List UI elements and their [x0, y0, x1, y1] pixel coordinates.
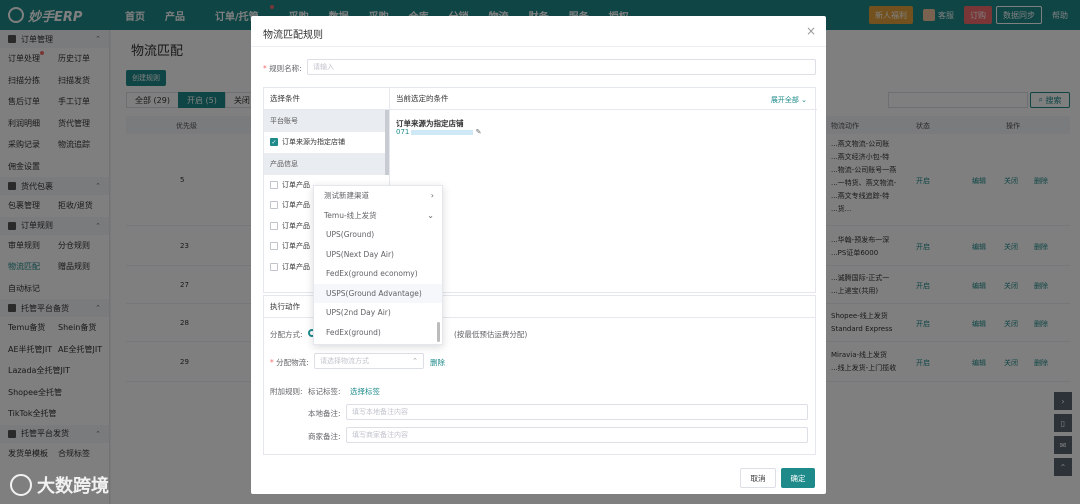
dropdown-option[interactable]: FedEx(ground) — [314, 323, 442, 343]
tag-label: 标记标签: — [308, 387, 341, 396]
cancel-button[interactable]: 取消 — [740, 468, 776, 488]
checkbox-checked-icon[interactable]: ✓ — [270, 138, 278, 147]
dropdown-option-hovered[interactable]: USPS(Ground Advantage) — [314, 283, 442, 303]
list-scrollbar[interactable] — [385, 110, 389, 175]
condition-value[interactable]: 071 ✎ — [396, 128, 481, 136]
expand-all-link[interactable]: 展开全部 ⌄ — [771, 95, 807, 105]
dropdown-option[interactable]: FedEx(ground economy) — [314, 264, 442, 284]
rule-name-label: * 规则名称: — [263, 64, 302, 73]
logistics-select[interactable]: 请选择物流方式 ⌃ — [314, 353, 424, 369]
group-platform-account: 平台账号 — [264, 110, 389, 132]
assign-label: 分配方式: — [270, 330, 303, 339]
chevron-right-icon: › — [430, 191, 434, 201]
confirm-button[interactable]: 确定 — [781, 468, 815, 488]
dropdown-option[interactable]: UPS(Next Day Air) — [314, 245, 442, 265]
watermark-logo-icon — [10, 474, 32, 496]
local-note-input[interactable]: 填写本地备注内容 — [346, 404, 808, 420]
condition-item-shop[interactable]: ✓ 订单来源为指定店铺 — [264, 132, 389, 153]
chevron-up-icon: ⌃ — [412, 357, 418, 365]
checkbox-icon[interactable] — [270, 262, 278, 271]
merchant-note-input[interactable]: 填写商家备注内容 — [346, 427, 808, 443]
dropdown-option[interactable]: UPS(2nd Day Air) — [314, 303, 442, 323]
merchant-note-label: 商家备注: — [308, 432, 341, 441]
dropdown-option[interactable]: Temu-线上发货 ⌄ — [314, 206, 442, 226]
checkbox-icon[interactable] — [270, 201, 278, 210]
checkbox-icon[interactable] — [270, 180, 278, 189]
divider — [251, 46, 826, 47]
assign-note: (按最低预估运费分配) — [454, 330, 528, 339]
dropdown-option[interactable]: 测试新建渠道 › — [314, 186, 442, 206]
select-condition-title: 选择条件 — [264, 88, 389, 110]
redacted-text — [411, 129, 474, 135]
current-condition-title: 当前选定的条件 — [390, 88, 817, 110]
current-conditions: 当前选定的条件 展开全部 ⌄ 订单来源为指定店铺 071 ✎ — [390, 88, 817, 294]
logistics-dropdown: 测试新建渠道 › Temu-线上发货 ⌄ UPS(Ground) UPS(Next … — [313, 185, 443, 345]
extra-rules-label: 附加规则: — [270, 387, 303, 396]
modal-title: 物流匹配规则 — [263, 30, 323, 41]
rule-name-input[interactable]: 请输入 — [307, 59, 816, 75]
logistics-label: * 分配物流: — [270, 358, 309, 367]
delete-link[interactable]: 删除 — [430, 357, 445, 368]
watermark: 大数跨境 — [10, 472, 109, 498]
select-tag-link[interactable]: 选择标签 — [350, 386, 380, 397]
edit-icon[interactable]: ✎ — [476, 128, 482, 136]
dropdown-scrollbar[interactable] — [437, 322, 440, 342]
dropdown-option[interactable]: UPS(Ground) — [314, 225, 442, 245]
checkbox-icon[interactable] — [270, 242, 278, 251]
close-icon[interactable]: × — [806, 24, 816, 38]
checkbox-icon[interactable] — [270, 221, 278, 230]
chevron-down-icon: ⌄ — [427, 210, 434, 220]
group-product-info: 产品信息 — [264, 152, 389, 175]
local-note-label: 本地备注: — [308, 409, 341, 418]
